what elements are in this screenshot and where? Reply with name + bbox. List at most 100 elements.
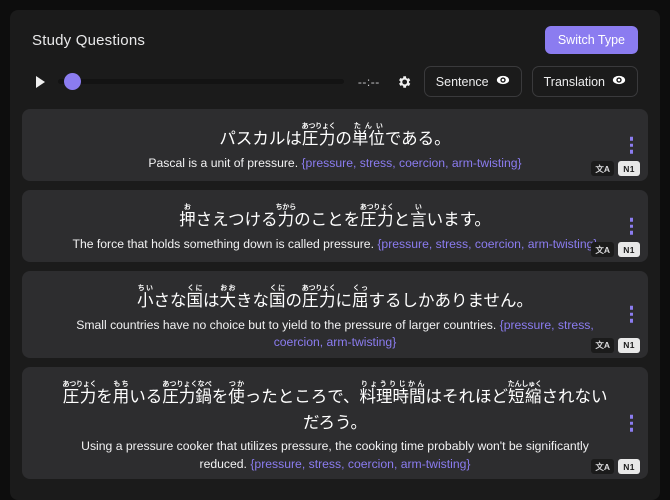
jlpt-level-badge[interactable]: N1 bbox=[618, 459, 640, 475]
kebab-dot bbox=[629, 217, 633, 222]
furigana-reading: ちい bbox=[136, 284, 154, 292]
kebab-dot bbox=[629, 421, 633, 425]
question-card[interactable]: 圧力あつりょくを用もちいる圧力鍋あつりょくなべを使つかったところで、料理時間りょ… bbox=[22, 366, 648, 480]
japanese-sentence: 小ちいさな国くには大おおきな国くにの圧力あつりょくに屈くっするしかありません。 bbox=[136, 284, 533, 311]
furigana-ruby: 圧力あつりょく bbox=[62, 379, 97, 406]
english-translation: Small countries have no choice but to yi… bbox=[62, 317, 608, 352]
eye-icon bbox=[496, 73, 510, 90]
toggle-sentence-label: Sentence bbox=[435, 74, 489, 89]
question-card[interactable]: 小ちいさな国くには大おおきな国くにの圧力あつりょくに屈くっするしかありません。 S… bbox=[22, 271, 648, 358]
translation-text: Small countries have no choice but to yi… bbox=[76, 317, 497, 332]
time-display: --:-- bbox=[357, 74, 380, 89]
toggle-sentence-button[interactable]: Sentence bbox=[423, 66, 522, 97]
kebab-dot bbox=[629, 149, 633, 154]
furigana-ruby: 力ちから bbox=[275, 203, 297, 230]
app-shell: Study Questions Switch Type --:-- Senten… bbox=[0, 0, 670, 500]
furigana-ruby: 短縮たんしゅく bbox=[507, 379, 542, 406]
furigana-reading: りょうりじかん bbox=[359, 379, 426, 388]
seek-slider[interactable] bbox=[58, 73, 344, 90]
translation-text: Pascal is a unit of pressure. bbox=[148, 155, 299, 170]
kebab-dot bbox=[629, 427, 633, 432]
furigana-ruby: 圧力あつりょく bbox=[301, 284, 336, 311]
furigana-ruby: 用もち bbox=[112, 379, 130, 406]
furigana-ruby: 屈くっ bbox=[351, 284, 369, 311]
furigana-reading: あつりょくなべ bbox=[162, 379, 212, 388]
furigana-ruby: 小ちい bbox=[136, 284, 154, 311]
page-title: Study Questions bbox=[32, 31, 146, 49]
kebab-menu-icon[interactable] bbox=[628, 304, 636, 325]
eye-icon bbox=[612, 73, 626, 90]
toggle-translation-label: Translation bbox=[543, 74, 605, 89]
furigana-reading: たんい bbox=[351, 122, 385, 130]
furigana-reading: あつりょく bbox=[301, 122, 336, 130]
seek-track bbox=[58, 79, 344, 84]
furigana-reading: おお bbox=[219, 284, 236, 292]
play-icon[interactable] bbox=[32, 74, 48, 90]
audio-toolbar: --:-- Sentence Translation bbox=[20, 60, 650, 109]
furigana-ruby: 圧力あつりょく bbox=[359, 203, 394, 230]
panel-header: Study Questions Switch Type bbox=[20, 10, 650, 60]
toggle-translation-button[interactable]: Translation bbox=[531, 66, 638, 97]
card-badges: 文A N1 bbox=[591, 161, 640, 176]
kebab-dot bbox=[629, 136, 633, 141]
furigana-ruby: 国くに bbox=[186, 284, 203, 311]
furigana-ruby: 国くに bbox=[268, 284, 286, 311]
kebab-menu-icon[interactable] bbox=[628, 135, 636, 156]
furigana-reading: くっ bbox=[351, 284, 369, 292]
study-panel: Study Questions Switch Type --:-- Senten… bbox=[10, 10, 660, 500]
question-card[interactable]: パスカルは圧力あつりょくの単位たんいである。 Pascal is a unit o… bbox=[22, 109, 648, 181]
card-badges: 文A N1 bbox=[591, 242, 640, 257]
japanese-sentence: パスカルは圧力あつりょくの単位たんいである。 bbox=[219, 122, 451, 149]
kebab-dot bbox=[629, 319, 633, 323]
translate-icon[interactable]: 文A bbox=[591, 337, 614, 353]
translate-icon[interactable]: 文A bbox=[591, 161, 614, 176]
furigana-ruby: 圧力あつりょく bbox=[301, 122, 336, 149]
kebab-dot bbox=[629, 230, 633, 235]
furigana-ruby: 大おお bbox=[219, 284, 236, 311]
vocabulary-gloss: {pressure, stress, coercion, arm-twistin… bbox=[301, 155, 522, 170]
furigana-reading: くに bbox=[186, 284, 203, 292]
furigana-reading: ちから bbox=[275, 203, 297, 211]
furigana-ruby: 使つか bbox=[228, 379, 245, 406]
jlpt-level-badge[interactable]: N1 bbox=[618, 242, 640, 257]
kebab-dot bbox=[629, 306, 633, 310]
furigana-ruby: 単位たんい bbox=[351, 122, 385, 149]
japanese-sentence: 押おさえつける力ちからのことを圧力あつりょくと言いいます。 bbox=[179, 203, 491, 230]
furigana-reading: あつりょく bbox=[359, 203, 394, 211]
kebab-dot bbox=[629, 224, 633, 228]
seek-thumb[interactable] bbox=[64, 73, 81, 90]
translation-text: The force that holds something down is c… bbox=[72, 236, 374, 251]
jlpt-level-badge[interactable]: N1 bbox=[618, 337, 640, 353]
furigana-reading: もち bbox=[112, 379, 130, 388]
furigana-reading: い bbox=[410, 203, 427, 211]
furigana-ruby: 料理時間りょうりじかん bbox=[359, 379, 426, 406]
gear-icon[interactable] bbox=[394, 72, 414, 92]
jlpt-level-badge[interactable]: N1 bbox=[618, 161, 640, 176]
japanese-sentence: 圧力あつりょくを用もちいる圧力鍋あつりょくなべを使つかったところで、料理時間りょ… bbox=[62, 379, 608, 432]
kebab-menu-icon[interactable] bbox=[628, 413, 636, 434]
furigana-reading: つか bbox=[228, 379, 245, 388]
kebab-menu-icon[interactable] bbox=[628, 216, 636, 237]
question-card-list: パスカルは圧力あつりょくの単位たんいである。 Pascal is a unit o… bbox=[20, 109, 650, 480]
switch-type-button[interactable]: Switch Type bbox=[544, 26, 638, 54]
kebab-dot bbox=[629, 312, 633, 317]
furigana-ruby: 圧力鍋あつりょくなべ bbox=[162, 379, 212, 406]
furigana-ruby: 押お bbox=[179, 203, 196, 230]
play-triangle bbox=[35, 75, 45, 88]
furigana-ruby: 言い bbox=[410, 203, 427, 230]
english-translation: Using a pressure cooker that utilizes pr… bbox=[62, 438, 608, 473]
kebab-dot bbox=[629, 143, 633, 147]
card-badges: 文A N1 bbox=[591, 459, 640, 475]
furigana-reading: あつりょく bbox=[62, 379, 97, 388]
furigana-reading: あつりょく bbox=[301, 284, 336, 292]
translate-icon[interactable]: 文A bbox=[591, 242, 614, 257]
vocabulary-gloss: {pressure, stress, coercion, arm-twistin… bbox=[250, 456, 471, 471]
vocabulary-gloss: {pressure, stress, coercion, arm-twistin… bbox=[377, 236, 598, 251]
card-badges: 文A N1 bbox=[591, 337, 640, 353]
kebab-dot bbox=[629, 414, 633, 419]
english-translation: The force that holds something down is c… bbox=[62, 236, 608, 254]
furigana-reading: たんしゅく bbox=[507, 379, 542, 388]
question-card[interactable]: 押おさえつける力ちからのことを圧力あつりょくと言いいます。 The force t… bbox=[22, 190, 648, 262]
furigana-reading: くに bbox=[268, 284, 286, 292]
translate-icon[interactable]: 文A bbox=[591, 459, 614, 475]
